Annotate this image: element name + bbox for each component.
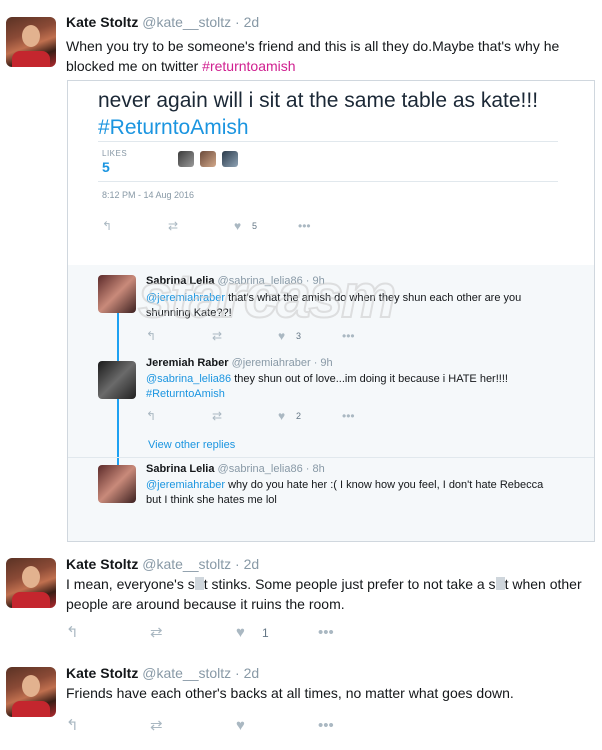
reply-avatar[interactable] xyxy=(98,465,136,503)
reply-header: Sabrina Lelia @sabrina_lelia86 · 9h xyxy=(146,275,325,287)
username[interactable]: @kate__stoltz xyxy=(142,665,231,681)
reply-text: @jeremiahraber why do you hate her :( I … xyxy=(146,479,544,506)
display-name[interactable]: Kate Stoltz xyxy=(66,665,138,681)
view-other-replies-link[interactable]: View other replies xyxy=(148,439,235,451)
timestamp[interactable]: 2d xyxy=(244,14,260,30)
timestamp[interactable]: 2d xyxy=(244,556,260,572)
display-name[interactable]: Kate Stoltz xyxy=(66,14,138,30)
liker-avatar[interactable] xyxy=(200,151,216,167)
reply-icon[interactable]: ↰ xyxy=(66,717,79,735)
mention-link[interactable]: @sabrina_lelia86 xyxy=(146,373,231,385)
avatar[interactable] xyxy=(6,558,56,608)
more-icon[interactable]: ••• xyxy=(318,624,334,642)
mention-link[interactable]: @jeremiahraber xyxy=(146,292,225,304)
username[interactable]: @kate__stoltz xyxy=(142,556,231,572)
like-icon[interactable]: ♥ xyxy=(236,717,245,735)
reply-username[interactable]: @sabrina_lelia86 · 9h xyxy=(218,275,325,287)
likes-label: LIKES xyxy=(102,149,128,158)
separator: · xyxy=(235,665,240,681)
more-icon[interactable]: ••• xyxy=(318,717,334,735)
reply-icon[interactable]: ↰ xyxy=(146,329,156,343)
tweet-text: When you try to be someone's friend and … xyxy=(66,38,560,74)
embedded-hashtag[interactable]: #ReturntoAmish xyxy=(98,114,249,141)
liker-avatar[interactable] xyxy=(178,151,194,167)
avatar[interactable] xyxy=(6,17,56,67)
tweet-header: Kate Stoltz @kate__stoltz · 2d xyxy=(66,665,259,681)
tweet-header: Kate Stoltz @kate__stoltz · 2d xyxy=(66,556,259,572)
tweet-3: Kate Stoltz @kate__stoltz · 2d Friends h… xyxy=(0,655,602,750)
tweet-text: Friends have each other's backs at all t… xyxy=(66,685,514,701)
retweet-icon[interactable]: ⇄ xyxy=(168,219,178,233)
censor-block xyxy=(495,577,505,590)
embedded-timestamp: 8:12 PM - 14 Aug 2016 xyxy=(102,190,195,200)
avatar[interactable] xyxy=(6,667,56,717)
separator: · xyxy=(235,14,240,30)
retweet-icon[interactable]: ⇄ xyxy=(150,717,163,735)
likes-count[interactable]: 5 xyxy=(102,159,110,175)
like-count: 5 xyxy=(252,221,258,231)
retweet-icon[interactable]: ⇄ xyxy=(212,329,222,343)
liker-avatar[interactable] xyxy=(222,151,238,167)
tweet-actions: ↰ ⇄ ♥ 1 ••• xyxy=(66,624,366,642)
reply-icon[interactable]: ↰ xyxy=(146,409,156,423)
reply-display-name[interactable]: Jeremiah Raber xyxy=(146,357,229,369)
more-icon[interactable]: ••• xyxy=(298,219,311,233)
display-name[interactable]: Kate Stoltz xyxy=(66,556,138,572)
hashtag-link[interactable]: #ReturntoAmish xyxy=(146,388,225,400)
reply-text: @jeremiahraber that's what the amish do … xyxy=(146,292,522,319)
reply-header: Jeremiah Raber @jeremiahraber · 9h xyxy=(146,357,333,369)
timestamp[interactable]: 2d xyxy=(244,665,260,681)
censor-block xyxy=(194,577,204,590)
tweet-actions: ↰ ⇄ ♥ ••• xyxy=(66,717,366,735)
reply-username[interactable]: @jeremiahraber · 9h xyxy=(232,357,333,369)
embedded-screenshot: never again will i sit at the same table… xyxy=(67,80,595,542)
tweet-text: I mean, everyone's st stinks. Some peopl… xyxy=(66,576,582,612)
retweet-icon[interactable]: ⇄ xyxy=(212,409,222,423)
reply-icon[interactable]: ↰ xyxy=(66,624,79,642)
reply-avatar[interactable] xyxy=(98,275,136,313)
reply-display-name[interactable]: Sabrina Lelia xyxy=(146,275,214,287)
like-count: 2 xyxy=(296,411,302,421)
reply-username[interactable]: @sabrina_lelia86 · 8h xyxy=(218,463,325,475)
like-count: 3 xyxy=(296,331,302,341)
replies-section: Sabrina Lelia @sabrina_lelia86 · 9h @jer… xyxy=(68,265,594,541)
reply-display-name[interactable]: Sabrina Lelia xyxy=(146,463,214,475)
like-icon[interactable]: ♥ xyxy=(278,329,285,343)
like-icon[interactable]: ♥ xyxy=(278,409,285,423)
hashtag-link[interactable]: #returntoamish xyxy=(202,58,295,74)
reply-avatar[interactable] xyxy=(98,361,136,399)
tweet-header: Kate Stoltz @kate__stoltz · 2d xyxy=(66,14,259,30)
thread-line xyxy=(117,313,119,485)
like-count: 1 xyxy=(262,626,269,640)
reply-actions: ↰ ⇄ ♥ 3 ••• xyxy=(146,329,406,343)
embedded-tweet-text: never again will i sit at the same table… xyxy=(98,89,539,112)
like-icon[interactable]: ♥ xyxy=(234,219,241,233)
reply-header: Sabrina Lelia @sabrina_lelia86 · 8h xyxy=(146,463,325,475)
username[interactable]: @kate__stoltz xyxy=(142,14,231,30)
separator: · xyxy=(235,556,240,572)
like-icon[interactable]: ♥ xyxy=(236,624,245,642)
more-icon[interactable]: ••• xyxy=(342,409,355,423)
retweet-icon[interactable]: ⇄ xyxy=(150,624,163,642)
mention-link[interactable]: @jeremiahraber xyxy=(146,479,225,491)
reply-text: @sabrina_lelia86 they shun out of love..… xyxy=(146,373,508,400)
embedded-actions: ↰ ⇄ ♥ 5 ••• xyxy=(102,219,402,233)
reply-actions: ↰ ⇄ ♥ 2 ••• xyxy=(146,409,406,423)
tweet-2: Kate Stoltz @kate__stoltz · 2d I mean, e… xyxy=(0,548,602,656)
tweet-1: Kate Stoltz @kate__stoltz · 2d When you … xyxy=(0,0,602,549)
reply-icon[interactable]: ↰ xyxy=(102,219,112,233)
more-icon[interactable]: ••• xyxy=(342,329,355,343)
